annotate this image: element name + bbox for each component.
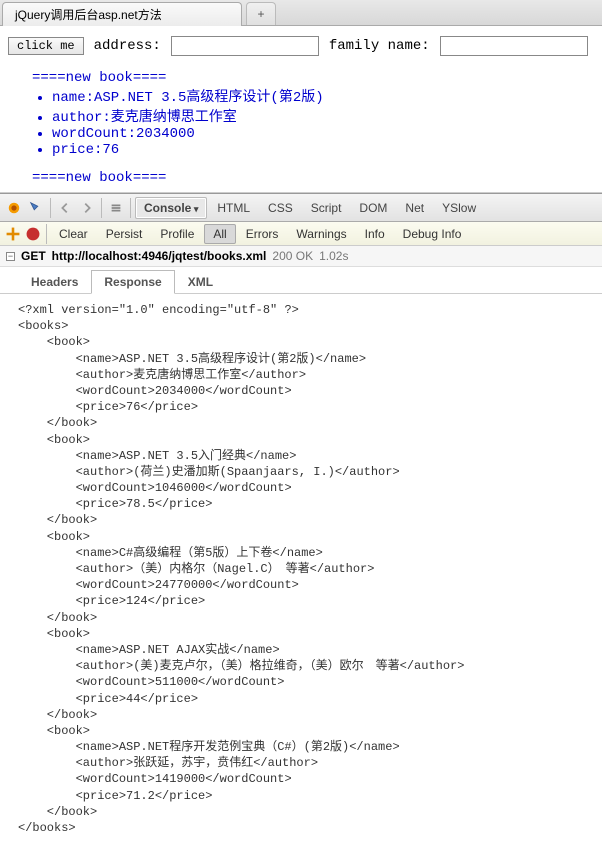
stop-icon[interactable] bbox=[24, 225, 42, 243]
separator bbox=[50, 198, 51, 218]
separator bbox=[101, 198, 102, 218]
request-time: 1.02s bbox=[319, 249, 348, 263]
form-row: click me address: family name: bbox=[8, 36, 594, 56]
back-icon[interactable] bbox=[55, 198, 75, 218]
request-status: 200 OK bbox=[272, 249, 313, 263]
sub-errors[interactable]: Errors bbox=[238, 225, 287, 243]
response-tabs: Headers Response XML bbox=[0, 267, 602, 294]
tab-title: jQuery调用后台asp.net方法 bbox=[15, 6, 162, 23]
resp-tab-headers[interactable]: Headers bbox=[18, 270, 91, 293]
resp-tab-xml[interactable]: XML bbox=[175, 270, 226, 293]
tab-console[interactable]: Console bbox=[135, 197, 207, 219]
sub-clear[interactable]: Clear bbox=[51, 225, 96, 243]
tab-script[interactable]: Script bbox=[303, 198, 350, 218]
menu-icon[interactable] bbox=[106, 198, 126, 218]
firebug-icon[interactable] bbox=[4, 198, 24, 218]
sub-info[interactable]: Info bbox=[357, 225, 393, 243]
separator bbox=[130, 198, 131, 218]
book-list: ====new book==== name:ASP.NET 3.5高级程序设计(… bbox=[8, 70, 594, 186]
devtools-panel: Console HTML CSS Script DOM Net YSlow Cl… bbox=[0, 193, 602, 850]
separator bbox=[46, 224, 47, 244]
resp-tab-response[interactable]: Response bbox=[91, 270, 174, 294]
inspect-icon[interactable] bbox=[26, 198, 46, 218]
family-name-input[interactable] bbox=[440, 36, 588, 56]
tab-yslow[interactable]: YSlow bbox=[434, 198, 484, 218]
list-item: wordCount:2034000 bbox=[52, 126, 594, 142]
new-tab-button[interactable]: + bbox=[246, 2, 276, 25]
page-content: click me address: family name: ====new b… bbox=[0, 26, 602, 193]
console-subtoolbar: Clear Persist Profile All Errors Warning… bbox=[0, 222, 602, 246]
request-method: GET bbox=[21, 249, 46, 263]
request-row[interactable]: − GET http://localhost:4946/jqtest/books… bbox=[0, 246, 602, 267]
forward-icon[interactable] bbox=[77, 198, 97, 218]
sub-debuginfo[interactable]: Debug Info bbox=[395, 225, 470, 243]
list-item: author:麦克唐纳博思工作室 bbox=[52, 106, 594, 126]
separator: ====new book==== bbox=[32, 170, 594, 186]
family-name-label: family name: bbox=[329, 38, 430, 54]
sub-all[interactable]: All bbox=[204, 224, 235, 244]
browser-tab-bar: jQuery调用后台asp.net方法 + bbox=[0, 0, 602, 26]
sub-profile[interactable]: Profile bbox=[152, 225, 202, 243]
collapse-icon[interactable]: − bbox=[6, 252, 15, 261]
address-input[interactable] bbox=[171, 36, 319, 56]
list-item: name:ASP.NET 3.5高级程序设计(第2版) bbox=[52, 86, 594, 106]
tab-html[interactable]: HTML bbox=[209, 198, 258, 218]
separator: ====new book==== bbox=[32, 70, 594, 86]
break-icon[interactable] bbox=[4, 225, 22, 243]
address-label: address: bbox=[94, 38, 161, 54]
list-item: price:76 bbox=[52, 142, 594, 158]
sub-warnings[interactable]: Warnings bbox=[288, 225, 354, 243]
plus-icon: + bbox=[257, 7, 264, 21]
tab-css[interactable]: CSS bbox=[260, 198, 301, 218]
tab-net[interactable]: Net bbox=[397, 198, 432, 218]
sub-persist[interactable]: Persist bbox=[98, 225, 151, 243]
devtools-toolbar: Console HTML CSS Script DOM Net YSlow bbox=[0, 194, 602, 222]
response-body: <?xml version="1.0" encoding="utf-8" ?> … bbox=[0, 294, 602, 850]
click-me-button[interactable]: click me bbox=[8, 37, 84, 55]
browser-tab[interactable]: jQuery调用后台asp.net方法 bbox=[2, 2, 242, 26]
tab-dom[interactable]: DOM bbox=[351, 198, 395, 218]
request-url: http://localhost:4946/jqtest/books.xml bbox=[52, 249, 267, 263]
